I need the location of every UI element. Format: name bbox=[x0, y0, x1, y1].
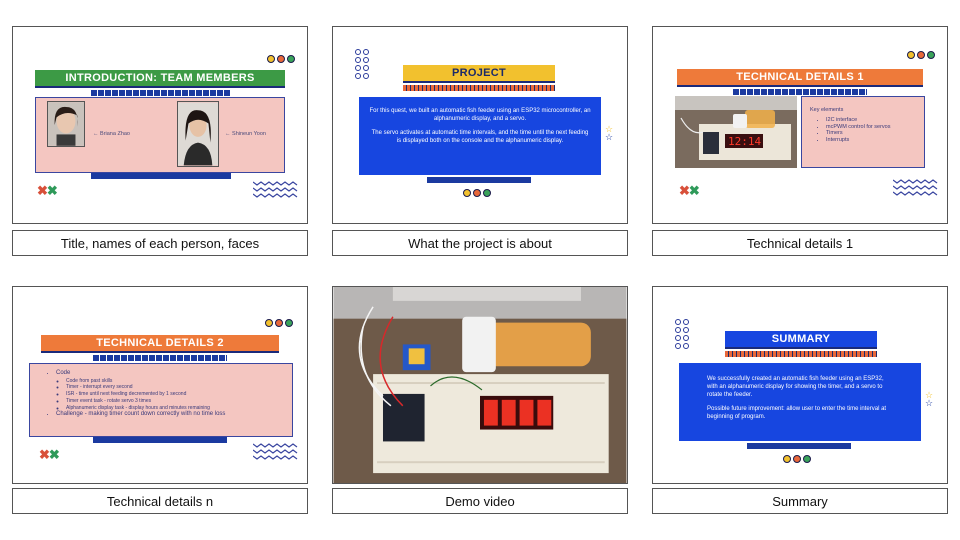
slide-tech-2: TECHNICAL DETAILS 2 Code Code from past … bbox=[12, 286, 308, 484]
decor-stars: ☆ ☆ bbox=[605, 124, 614, 142]
decor-bar bbox=[427, 177, 531, 183]
list-item: Timer event task - rotate servo 3 times bbox=[66, 398, 282, 404]
decor-stars: ☆ ☆ bbox=[925, 390, 934, 408]
face-photo-2 bbox=[177, 101, 219, 167]
para-2: Possible future improvement: allow user … bbox=[707, 406, 887, 421]
list-item: I2C interface bbox=[826, 117, 916, 123]
slide-project: PROJECT For this quest, we built an auto… bbox=[332, 26, 628, 224]
slide-thumb-2[interactable]: PROJECT For this quest, we built an auto… bbox=[332, 26, 628, 256]
slide-title: PROJECT bbox=[403, 65, 555, 83]
code-label: Code bbox=[56, 369, 71, 376]
decor-stripe bbox=[93, 355, 227, 361]
para-1: We successfully created an automatic fis… bbox=[707, 376, 884, 399]
slide-caption: Summary bbox=[652, 488, 948, 514]
person-1-name: ← Briana Zhao bbox=[93, 131, 130, 137]
slide-thumb-1[interactable]: INTRODUCTION: TEAM MEMBERS ← Briana Zhao… bbox=[12, 26, 308, 256]
slide-thumb-5[interactable]: Demo video bbox=[332, 286, 628, 514]
face-photo-1 bbox=[47, 101, 85, 147]
decor-dots bbox=[265, 319, 293, 327]
slide-caption: Technical details n bbox=[12, 488, 308, 514]
list-item: Interrupts bbox=[826, 137, 916, 143]
decor-zigzag bbox=[253, 181, 298, 198]
decor-stripe bbox=[91, 90, 231, 96]
slide-title: TECHNICAL DETAILS 1 bbox=[677, 69, 923, 87]
slide-thumb-3[interactable]: TECHNICAL DETAILS 1 12:14 Key elements I… bbox=[652, 26, 948, 256]
display-readout: 12:14 bbox=[728, 135, 761, 148]
para-1: For this quest, we built an automatic fi… bbox=[369, 108, 591, 123]
key-elements-title: Key elements bbox=[810, 107, 844, 113]
slide-title: TECHNICAL DETAILS 2 bbox=[41, 335, 279, 353]
list-item-challenge: Challenge - making timer count down corr… bbox=[56, 411, 282, 419]
decor-bar bbox=[747, 443, 851, 449]
decor-stripe bbox=[403, 85, 555, 91]
decor-x-marks: ✖✖ bbox=[39, 447, 60, 462]
decor-bar bbox=[93, 437, 227, 443]
decor-dots bbox=[907, 51, 935, 59]
summary-text-box: We successfully created an automatic fis… bbox=[679, 363, 921, 441]
decor-dots bbox=[267, 55, 295, 63]
hardware-photo: 12:14 bbox=[675, 96, 797, 168]
key-elements-box: Key elements I2C interface mcPWM control… bbox=[801, 96, 925, 168]
demo-video-frame[interactable] bbox=[332, 286, 628, 484]
decor-bar bbox=[91, 173, 231, 179]
slide-caption: What the project is about bbox=[332, 230, 628, 256]
code-list: Code Code from past skills Timer - inter… bbox=[40, 370, 282, 419]
decor-dots bbox=[783, 455, 811, 463]
slide-tech-1: TECHNICAL DETAILS 1 12:14 Key elements I… bbox=[652, 26, 948, 224]
slide-title: SUMMARY bbox=[725, 331, 877, 349]
list-item: Timer - interrupt every second bbox=[66, 384, 282, 390]
para-2: The servo activates at automatic time in… bbox=[371, 130, 589, 145]
list-item: mcPWM control for servos bbox=[826, 124, 916, 130]
slide-caption: Demo video bbox=[332, 488, 628, 514]
slide-caption: Technical details 1 bbox=[652, 230, 948, 256]
decor-zigzag bbox=[893, 179, 938, 196]
list-item: Timers bbox=[826, 130, 916, 136]
decor-circles bbox=[355, 49, 369, 79]
decor-stripe bbox=[733, 89, 867, 95]
slide-summary: SUMMARY We successfully created an autom… bbox=[652, 286, 948, 484]
decor-x-marks: ✖✖ bbox=[679, 183, 700, 198]
decor-circles bbox=[675, 319, 689, 349]
slide-caption: Title, names of each person, faces bbox=[12, 230, 308, 256]
slide-thumb-4[interactable]: TECHNICAL DETAILS 2 Code Code from past … bbox=[12, 286, 308, 514]
code-details-box: Code Code from past skills Timer - inter… bbox=[29, 363, 293, 437]
decor-x-marks: ✖✖ bbox=[37, 183, 58, 198]
slide-title: INTRODUCTION: TEAM MEMBERS bbox=[35, 70, 285, 88]
list-item-code: Code Code from past skills Timer - inter… bbox=[56, 370, 282, 411]
decor-zigzag bbox=[253, 443, 298, 460]
slide-intro: INTRODUCTION: TEAM MEMBERS ← Briana Zhao… bbox=[12, 26, 308, 224]
slide-thumb-6[interactable]: SUMMARY We successfully created an autom… bbox=[652, 286, 948, 514]
decor-stripe bbox=[725, 351, 877, 357]
list-item: Code from past skills bbox=[66, 378, 282, 384]
project-description: For this quest, we built an automatic fi… bbox=[359, 97, 601, 175]
list-item: Alphanumeric display task - display hour… bbox=[66, 405, 282, 411]
code-sublist: Code from past skills Timer - interrupt … bbox=[56, 378, 282, 411]
decor-dots bbox=[463, 189, 491, 197]
list-item: ISR - time until next feeding decremente… bbox=[66, 391, 282, 397]
person-2-label: ← Shineun Yoon bbox=[225, 131, 266, 137]
key-elements-list: I2C interface mcPWM control for servos T… bbox=[810, 117, 916, 143]
